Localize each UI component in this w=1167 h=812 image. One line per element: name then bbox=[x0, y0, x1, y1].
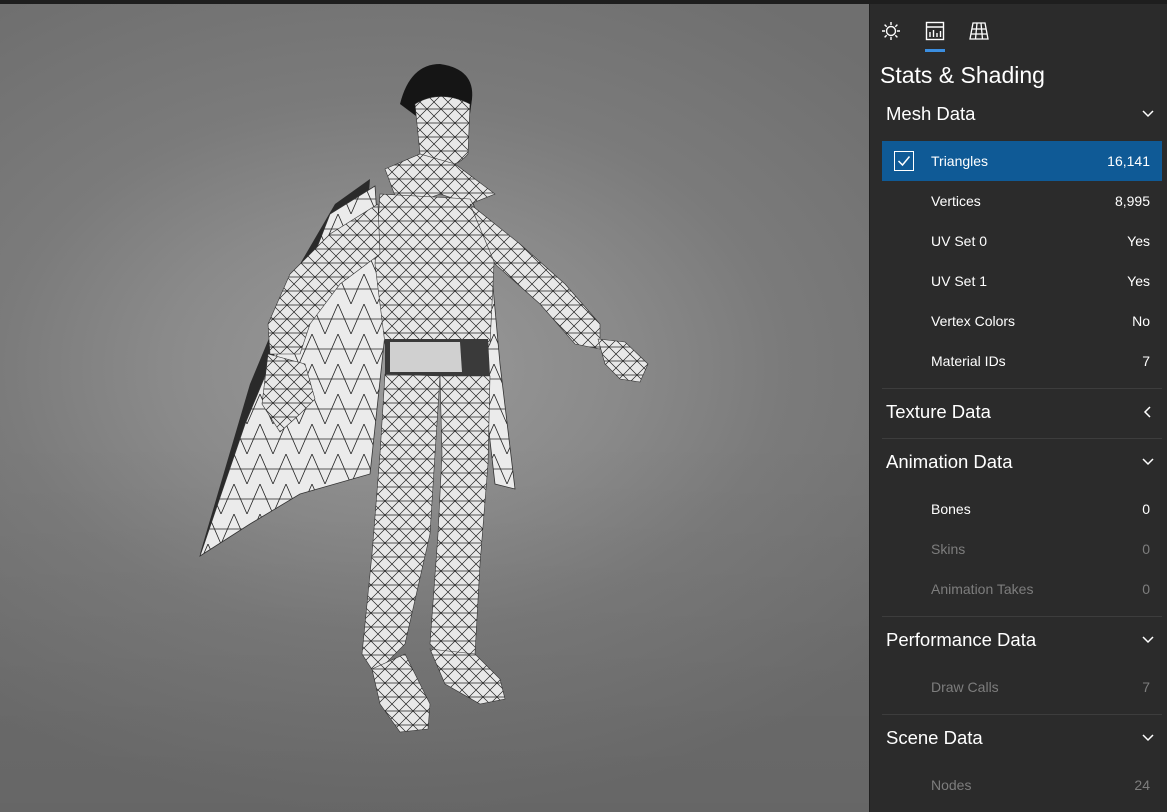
grid-icon bbox=[969, 21, 989, 45]
checkbox-icon[interactable] bbox=[894, 151, 914, 171]
stat-row-nodes: Nodes 24 bbox=[882, 765, 1162, 805]
stat-label: Vertices bbox=[931, 193, 981, 209]
stat-row-bones[interactable]: Bones 0 bbox=[882, 489, 1162, 529]
stat-row-vertex-colors[interactable]: Vertex Colors No bbox=[882, 301, 1162, 341]
stat-value: 0 bbox=[1142, 581, 1150, 597]
stat-value: 7 bbox=[1142, 679, 1150, 695]
stat-value: Yes bbox=[1127, 273, 1150, 289]
stat-label: Draw Calls bbox=[931, 679, 999, 695]
wireframe-character-model[interactable] bbox=[0, 4, 869, 812]
chevron-down-icon bbox=[1138, 728, 1158, 748]
stat-value: 0 bbox=[1142, 501, 1150, 517]
stat-row-material-ids[interactable]: Material IDs 7 bbox=[882, 341, 1162, 381]
stat-label: Skins bbox=[931, 541, 966, 557]
stat-label: Material IDs bbox=[931, 353, 1006, 369]
section-title: Texture Data bbox=[886, 401, 991, 422]
section-header-animation-data[interactable]: Animation Data bbox=[882, 444, 1162, 480]
stat-label: UV Set 0 bbox=[931, 233, 988, 249]
chevron-down-icon bbox=[1138, 104, 1158, 124]
stat-value: 24 bbox=[1134, 777, 1150, 793]
stat-label: UV Set 1 bbox=[931, 273, 988, 289]
stat-row-triangles[interactable]: Triangles 16,141 bbox=[882, 141, 1162, 181]
section-header-performance-data[interactable]: Performance Data bbox=[882, 622, 1162, 658]
stat-row-skins: Skins 0 bbox=[882, 529, 1162, 569]
3d-viewport[interactable] bbox=[0, 4, 869, 812]
section-divider bbox=[882, 714, 1162, 715]
section-title: Animation Data bbox=[886, 451, 1013, 472]
stat-label: Vertex Colors bbox=[931, 313, 1016, 329]
stat-row-uv-set-0[interactable]: UV Set 0 Yes bbox=[882, 221, 1162, 261]
section-header-texture-data[interactable]: Texture Data bbox=[882, 394, 1162, 430]
stat-row-vertices[interactable]: Vertices 8,995 bbox=[882, 181, 1162, 221]
stats-icon bbox=[925, 21, 945, 45]
stat-row-uv-set-1[interactable]: UV Set 1 Yes bbox=[882, 261, 1162, 301]
stat-value: Yes bbox=[1127, 233, 1150, 249]
chevron-down-icon bbox=[1138, 630, 1158, 650]
stat-value: 0 bbox=[1142, 541, 1150, 557]
chevron-left-icon bbox=[1138, 402, 1158, 422]
section-title: Mesh Data bbox=[886, 103, 976, 124]
stat-row-animation-takes: Animation Takes 0 bbox=[882, 569, 1162, 609]
sun-icon bbox=[881, 21, 901, 45]
stat-label: Animation Takes bbox=[931, 581, 1034, 597]
section-header-mesh-data[interactable]: Mesh Data bbox=[882, 96, 1162, 132]
stat-value: 7 bbox=[1142, 353, 1150, 369]
section-divider bbox=[882, 616, 1162, 617]
stat-value: 16,141 bbox=[1107, 153, 1150, 169]
panel-tabs bbox=[870, 14, 1167, 54]
section-divider bbox=[882, 388, 1162, 389]
section-divider bbox=[882, 438, 1162, 439]
stat-row-draw-calls: Draw Calls 7 bbox=[882, 667, 1162, 707]
stat-label: Nodes bbox=[931, 777, 972, 793]
tab-wireframe[interactable] bbox=[962, 14, 996, 52]
section-title: Scene Data bbox=[886, 727, 983, 748]
panel-title: Stats & Shading bbox=[880, 62, 1045, 88]
chevron-down-icon bbox=[1138, 452, 1158, 472]
section-title: Performance Data bbox=[886, 629, 1037, 650]
stat-label: Triangles bbox=[931, 153, 989, 169]
stat-value: No bbox=[1132, 313, 1150, 329]
stat-value: 8,995 bbox=[1114, 193, 1150, 209]
tab-stats[interactable] bbox=[918, 14, 952, 52]
section-header-scene-data[interactable]: Scene Data bbox=[882, 720, 1162, 756]
stats-shading-panel: Stats & Shading Mesh Data Triangles 16,1… bbox=[869, 4, 1167, 812]
stat-label: Bones bbox=[931, 501, 971, 517]
tab-lighting[interactable] bbox=[874, 14, 908, 52]
